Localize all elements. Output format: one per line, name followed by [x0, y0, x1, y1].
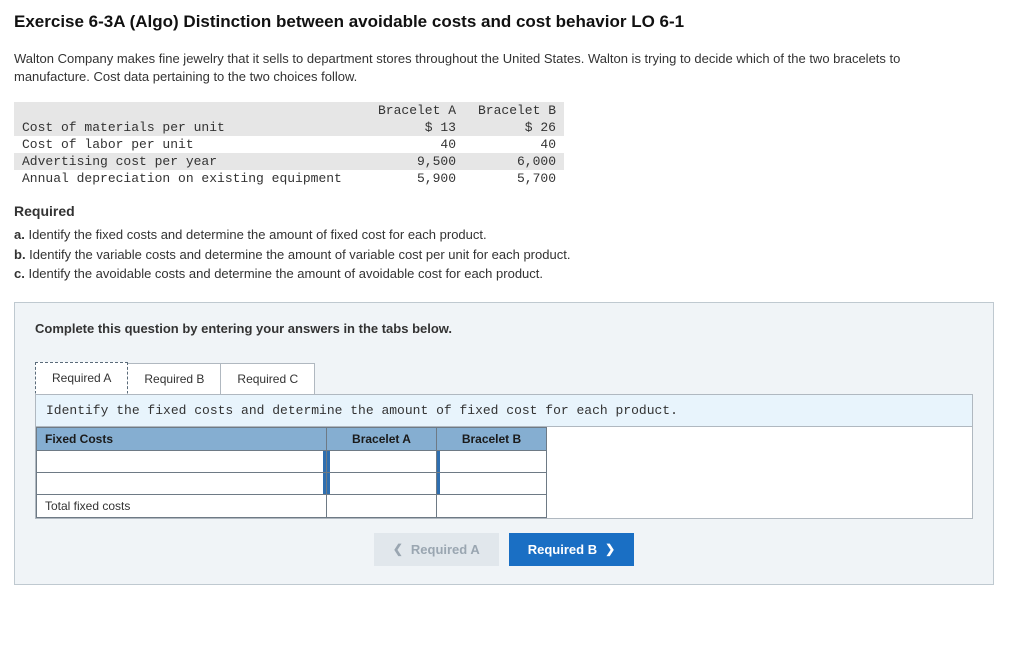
bracelet-b-input-1[interactable] — [437, 450, 547, 472]
answer-instructions: Complete this question by entering your … — [35, 321, 979, 336]
bracelet-a-input-1[interactable] — [327, 450, 437, 472]
fixed-cost-select-2[interactable] — [37, 472, 327, 494]
empty-header — [14, 102, 364, 119]
bracelet-a-input-2[interactable] — [327, 472, 437, 494]
chevron-right-icon: ❯ — [605, 542, 615, 556]
tab-required-b[interactable]: Required B — [127, 363, 221, 394]
th-bracelet-b: Bracelet B — [437, 427, 547, 450]
req-c-text: Identify the avoidable costs and determi… — [25, 266, 543, 281]
next-label: Required B — [528, 542, 597, 557]
tab-a-instructions: Identify the fixed costs and determine t… — [36, 395, 972, 427]
table-row: Annual depreciation on existing equipmen… — [14, 170, 564, 187]
row-val-a: 5,900 — [364, 170, 464, 187]
row-val-b: 6,000 — [464, 153, 564, 170]
row-val-a: 40 — [364, 136, 464, 153]
exercise-intro: Walton Company makes fine jewelry that i… — [14, 50, 974, 86]
prev-label: Required A — [411, 542, 480, 557]
req-b-text: Identify the variable costs and determin… — [26, 247, 571, 262]
next-required-b-button[interactable]: Required B ❯ — [509, 533, 634, 566]
cost-data-table: Bracelet A Bracelet B Cost of materials … — [14, 102, 564, 187]
req-a-label: a. — [14, 227, 25, 242]
answer-area: Complete this question by entering your … — [14, 302, 994, 585]
th-fixed-costs: Fixed Costs — [37, 427, 327, 450]
req-a-text: Identify the fixed costs and determine t… — [25, 227, 487, 242]
col-header-a: Bracelet A — [364, 102, 464, 119]
req-b-label: b. — [14, 247, 26, 262]
exercise-title: Exercise 6-3A (Algo) Distinction between… — [14, 12, 1009, 32]
row-label: Annual depreciation on existing equipmen… — [14, 170, 364, 187]
required-heading: Required — [14, 203, 1009, 219]
required-item-c: c. Identify the avoidable costs and dete… — [14, 264, 1009, 284]
tab-panel-required-a: Identify the fixed costs and determine t… — [35, 394, 973, 519]
th-bracelet-a: Bracelet A — [327, 427, 437, 450]
tab-required-c[interactable]: Required C — [220, 363, 315, 394]
req-c-label: c. — [14, 266, 25, 281]
bracelet-b-total[interactable] — [437, 494, 547, 517]
row-label: Advertising cost per year — [14, 153, 364, 170]
table-row: Cost of materials per unit $ 13 $ 26 — [14, 119, 564, 136]
bracelet-b-input-2[interactable] — [437, 472, 547, 494]
row-val-b: $ 26 — [464, 119, 564, 136]
required-item-b: b. Identify the variable costs and deter… — [14, 245, 1009, 265]
required-list: a. Identify the fixed costs and determin… — [14, 225, 1009, 284]
chevron-left-icon: ❮ — [393, 542, 403, 556]
table-row: Advertising cost per year 9,500 6,000 — [14, 153, 564, 170]
prev-required-a-button: ❮ Required A — [374, 533, 499, 566]
row-val-a: $ 13 — [364, 119, 464, 136]
total-fixed-costs-label: Total fixed costs — [37, 494, 327, 517]
fixed-cost-select-1[interactable] — [37, 450, 327, 472]
row-val-b: 5,700 — [464, 170, 564, 187]
tab-nav-row: ❮ Required A Required B ❯ — [29, 533, 979, 566]
row-label: Cost of materials per unit — [14, 119, 364, 136]
row-val-b: 40 — [464, 136, 564, 153]
tab-bar: Required A Required B Required C — [35, 362, 979, 394]
row-val-a: 9,500 — [364, 153, 464, 170]
fixed-costs-entry-table: Fixed Costs Bracelet A Bracelet B Total … — [36, 427, 547, 518]
table-row: Cost of labor per unit 40 40 — [14, 136, 564, 153]
required-item-a: a. Identify the fixed costs and determin… — [14, 225, 1009, 245]
bracelet-a-total[interactable] — [327, 494, 437, 517]
row-label: Cost of labor per unit — [14, 136, 364, 153]
col-header-b: Bracelet B — [464, 102, 564, 119]
tab-required-a[interactable]: Required A — [35, 362, 128, 394]
